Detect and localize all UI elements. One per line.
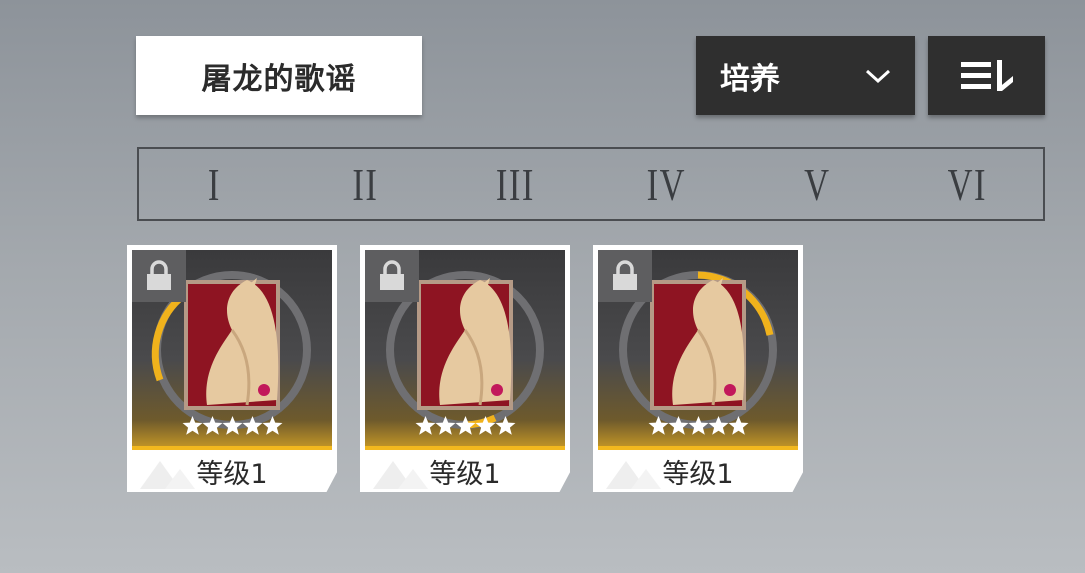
star-icon (202, 416, 223, 435)
item-card[interactable]: 等级1 (360, 245, 570, 492)
star-icon (475, 416, 496, 435)
tab-6[interactable]: VI (911, 149, 1024, 219)
tab-2[interactable]: II (309, 149, 422, 219)
tab-5[interactable]: V (761, 149, 874, 219)
item-level-label: 等级1 (662, 458, 734, 490)
rarity-tab-bar: I II III IV V VI (137, 147, 1045, 221)
sort-icon (960, 59, 1013, 91)
star-rating (182, 415, 283, 436)
item-level-label: 等级1 (429, 458, 501, 490)
item-level-label: 等级1 (196, 458, 268, 490)
page-title: 屠龙的歌谣 (136, 36, 422, 115)
star-rating (415, 415, 516, 436)
star-icon (415, 416, 436, 435)
item-card-artwork-panel (132, 250, 332, 450)
lock-icon[interactable] (365, 250, 419, 302)
star-icon (708, 416, 729, 435)
sort-button[interactable] (928, 36, 1045, 115)
item-card-artwork-panel (598, 250, 798, 450)
lock-icon[interactable] (132, 250, 186, 302)
star-icon (222, 416, 243, 435)
tab-1[interactable]: I (158, 149, 271, 219)
star-icon (262, 416, 283, 435)
tab-3[interactable]: III (459, 149, 572, 219)
chevron-down-icon (865, 69, 891, 83)
star-rating (648, 415, 749, 436)
star-icon (455, 416, 476, 435)
star-icon (182, 416, 203, 435)
lock-icon[interactable] (598, 250, 652, 302)
star-icon (435, 416, 456, 435)
star-icon (688, 416, 709, 435)
filter-dropdown-label: 培养 (720, 61, 780, 97)
star-icon (728, 416, 749, 435)
item-card-artwork-panel (365, 250, 565, 450)
star-icon (242, 416, 263, 435)
item-card[interactable]: 等级1 (127, 245, 337, 492)
star-icon (495, 416, 516, 435)
star-icon (648, 416, 669, 435)
star-icon (668, 416, 689, 435)
item-card[interactable]: 等级1 (593, 245, 803, 492)
filter-dropdown[interactable]: 培养 (696, 36, 915, 115)
tab-4[interactable]: IV (610, 149, 723, 219)
